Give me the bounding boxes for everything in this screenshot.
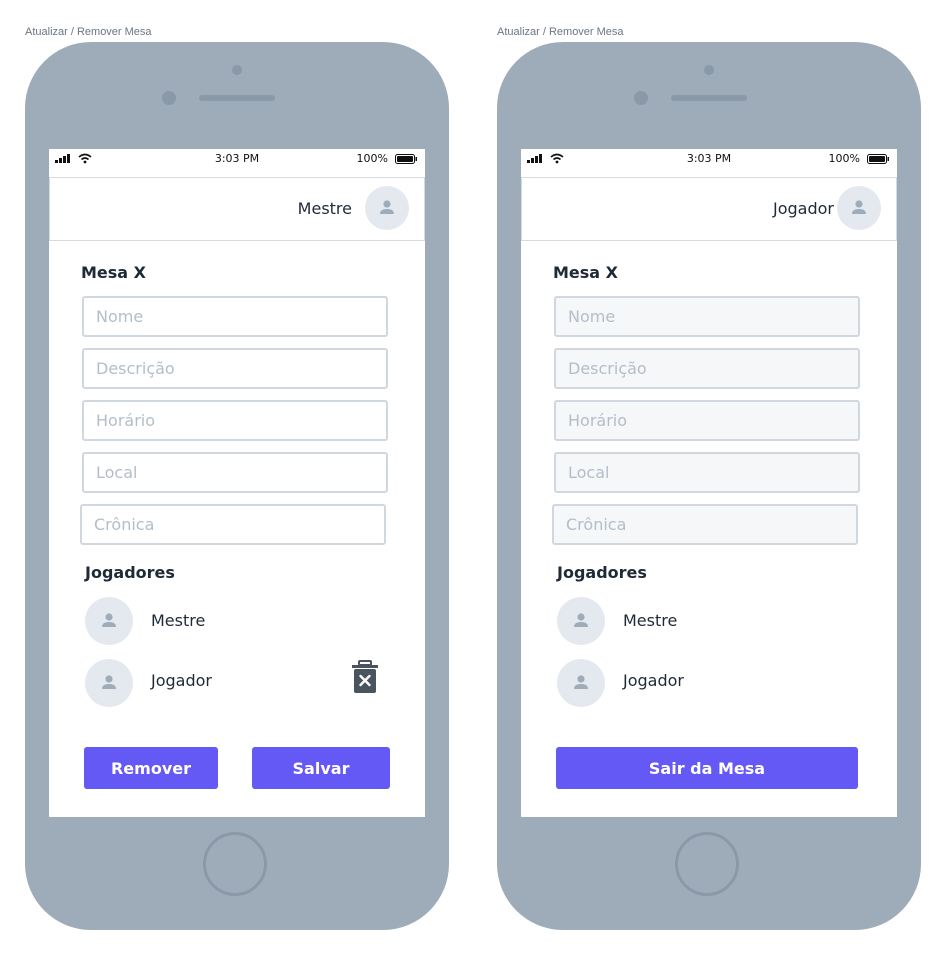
players-title: Jogadores: [557, 563, 647, 582]
save-button[interactable]: Salvar: [252, 747, 390, 789]
remove-button[interactable]: Remover: [84, 747, 218, 789]
screen: 3:03 PM 100% Mestre Mesa X Jogadores: [49, 149, 425, 817]
schedule-input[interactable]: [82, 400, 388, 441]
player-name: Mestre: [151, 611, 206, 630]
header-user-name: Mestre: [297, 199, 352, 218]
player-name: Mestre: [623, 611, 678, 630]
user-icon: [102, 613, 116, 627]
player-avatar: [85, 597, 133, 645]
header-avatar[interactable]: [837, 186, 881, 230]
name-input: [554, 296, 860, 337]
player-avatar: [557, 597, 605, 645]
chronicle-input[interactable]: [80, 504, 386, 545]
battery-icon: [867, 154, 889, 164]
header-user-name: Jogador: [773, 199, 834, 218]
table-title: Mesa X: [553, 263, 618, 282]
player-avatar: [85, 659, 133, 707]
artboard-label: Atualizar / Remover Mesa: [497, 26, 624, 38]
app-header: Mestre: [49, 177, 425, 241]
location-input[interactable]: [82, 452, 388, 493]
header-avatar[interactable]: [365, 186, 409, 230]
player-item: Jogador: [85, 659, 385, 707]
trash-icon[interactable]: [351, 660, 379, 694]
phone-frame: 3:03 PM 100% Jogador Mesa X Jogadores: [497, 42, 921, 930]
screen: 3:03 PM 100% Jogador Mesa X Jogadores: [521, 149, 897, 817]
camera: [704, 65, 714, 75]
battery-icon: [395, 154, 417, 164]
user-icon: [852, 200, 866, 214]
artboard-label: Atualizar / Remover Mesa: [25, 26, 152, 38]
battery-percentage: 100%: [828, 152, 860, 165]
user-icon: [574, 675, 588, 689]
status-bar: 3:03 PM 100%: [49, 149, 425, 169]
speaker: [671, 95, 747, 101]
player-avatar: [557, 659, 605, 707]
player-item: Mestre: [557, 597, 857, 645]
player-name: Jogador: [623, 671, 684, 690]
home-button[interactable]: [675, 832, 739, 896]
name-input[interactable]: [82, 296, 388, 337]
sensor: [162, 91, 176, 105]
description-input[interactable]: [82, 348, 388, 389]
status-bar: 3:03 PM 100%: [521, 149, 897, 169]
home-button[interactable]: [203, 832, 267, 896]
user-icon: [574, 613, 588, 627]
player-item: Mestre: [85, 597, 385, 645]
sensor: [634, 91, 648, 105]
player-name: Jogador: [151, 671, 212, 690]
location-input: [554, 452, 860, 493]
battery-percentage: 100%: [356, 152, 388, 165]
chronicle-input: [552, 504, 858, 545]
speaker: [199, 95, 275, 101]
players-title: Jogadores: [85, 563, 175, 582]
player-item: Jogador: [557, 659, 857, 707]
phone-frame: 3:03 PM 100% Mestre Mesa X Jogadores: [25, 42, 449, 930]
user-icon: [380, 200, 394, 214]
leave-table-button[interactable]: Sair da Mesa: [556, 747, 858, 789]
table-title: Mesa X: [81, 263, 146, 282]
description-input: [554, 348, 860, 389]
user-icon: [102, 675, 116, 689]
app-header: Jogador: [521, 177, 897, 241]
camera: [232, 65, 242, 75]
schedule-input: [554, 400, 860, 441]
